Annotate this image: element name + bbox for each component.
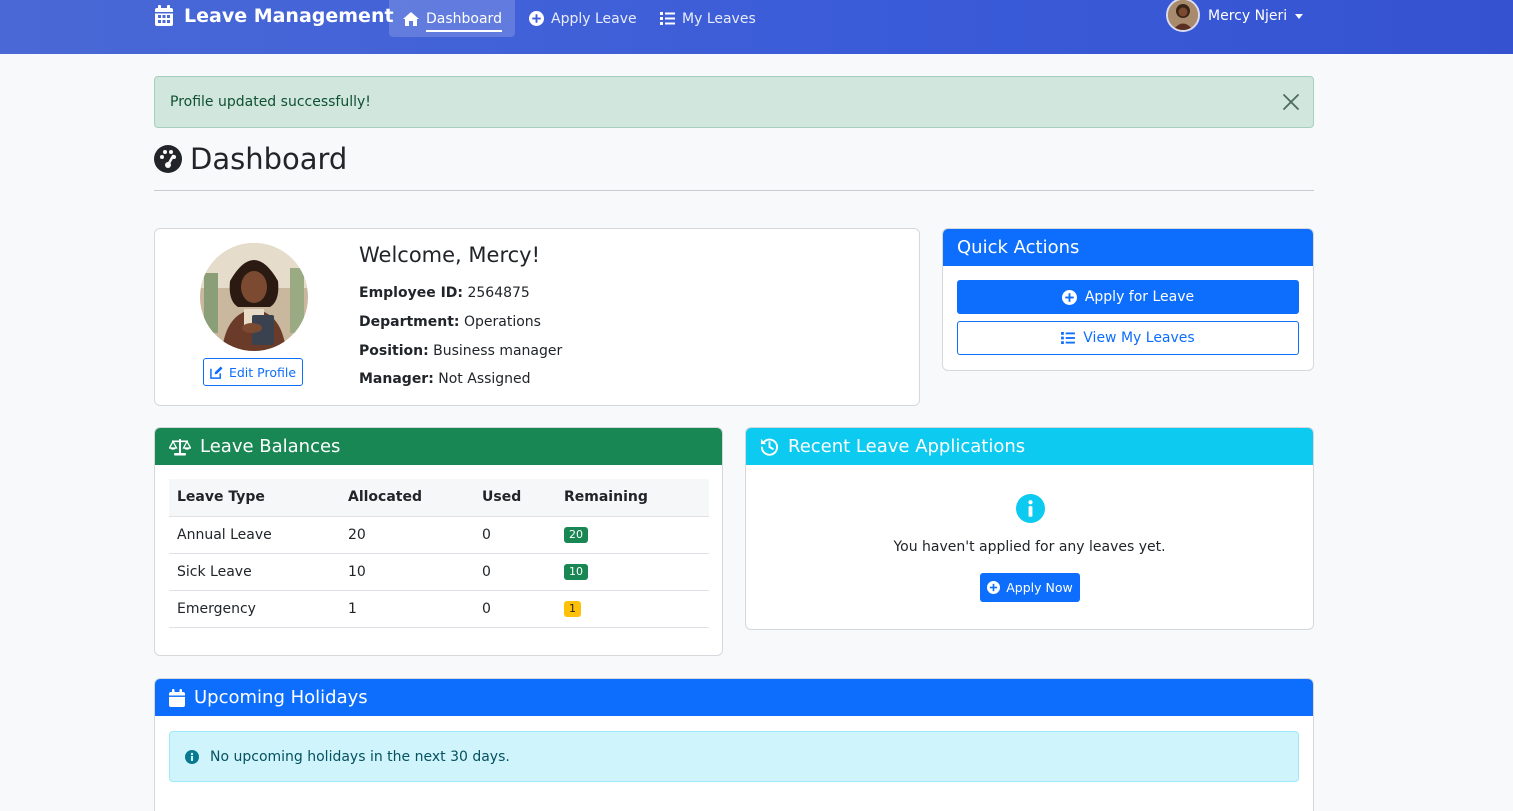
plus-circle-icon xyxy=(987,581,1001,594)
edit-profile-label: Edit Profile xyxy=(228,364,297,380)
plus-circle-icon xyxy=(1061,289,1077,305)
empty-state-message: You haven't applied for any leaves yet. xyxy=(893,539,1166,555)
profile-photo xyxy=(200,243,308,351)
table-row: Emergency 1 0 1 xyxy=(169,590,709,628)
remaining-badge: 1 xyxy=(564,601,581,617)
allocated-cell: 1 xyxy=(340,590,474,628)
view-my-leaves-label: View My Leaves xyxy=(1083,330,1195,346)
apply-for-leave-label: Apply for Leave xyxy=(1084,289,1195,305)
user-menu-dropdown[interactable]: Mercy Njeri xyxy=(1166,0,1304,32)
chevron-down-icon xyxy=(1295,13,1304,19)
leave-type-cell: Sick Leave xyxy=(169,553,340,591)
leave-balances-header: Leave Balances xyxy=(155,428,722,465)
column-header: Used xyxy=(474,479,556,517)
quick-actions-header: Quick Actions xyxy=(943,229,1313,266)
history-icon xyxy=(760,438,778,456)
leave-balances-title: Leave Balances xyxy=(200,436,341,457)
info-circle-icon xyxy=(185,749,199,764)
department-line: Department: Operations xyxy=(359,314,541,330)
nav-dashboard[interactable]: Dashboard xyxy=(389,0,515,37)
employee-id-value: 2564875 xyxy=(467,285,530,301)
edit-icon xyxy=(210,365,223,379)
recent-leaves-card: Recent Leave Applications You haven't ap… xyxy=(745,427,1314,630)
used-cell: 0 xyxy=(474,553,556,591)
manager-label: Manager: xyxy=(359,371,434,387)
employee-id-label: Employee ID: xyxy=(359,285,464,301)
nav-apply-leave-label: Apply Leave xyxy=(551,10,637,27)
recent-leaves-title: Recent Leave Applications xyxy=(788,436,1026,457)
user-name: Mercy Njeri xyxy=(1208,8,1288,24)
table-row: Sick Leave 10 0 10 xyxy=(169,553,709,591)
calendar-icon xyxy=(169,688,185,707)
no-holidays-alert: No upcoming holidays in the next 30 days… xyxy=(169,731,1299,782)
column-header: Remaining xyxy=(556,479,709,517)
column-header: Allocated xyxy=(340,479,474,517)
position-value: Business manager xyxy=(433,343,563,359)
nav-my-leaves[interactable]: My Leaves xyxy=(660,0,756,37)
home-icon xyxy=(403,11,419,26)
leave-balances-card: Leave Balances Leave Type Allocated Used… xyxy=(154,427,723,656)
table-header-row: Leave Type Allocated Used Remaining xyxy=(169,479,709,517)
success-alert: Profile updated successfully! xyxy=(154,76,1314,128)
info-circle-icon xyxy=(1016,494,1045,523)
speedometer-icon xyxy=(154,145,182,173)
balance-scale-icon xyxy=(169,438,191,455)
nav-my-leaves-label: My Leaves xyxy=(682,10,756,27)
alert-message: Profile updated successfully! xyxy=(170,94,371,110)
remaining-badge: 10 xyxy=(564,564,588,580)
apply-now-button[interactable]: Apply Now xyxy=(980,573,1080,602)
plus-circle-icon xyxy=(529,11,544,26)
manager-line: Manager: Not Assigned xyxy=(359,371,531,387)
welcome-heading: Welcome, Mercy! xyxy=(359,243,541,267)
apply-now-label: Apply Now xyxy=(1006,580,1073,595)
upcoming-holidays-title: Upcoming Holidays xyxy=(194,687,368,708)
calendar-icon xyxy=(155,5,173,26)
remaining-cell: 20 xyxy=(556,516,709,554)
column-header: Leave Type xyxy=(169,479,340,517)
edit-profile-button[interactable]: Edit Profile xyxy=(203,358,303,386)
employee-id-line: Employee ID: 2564875 xyxy=(359,285,530,301)
avatar xyxy=(1166,0,1200,32)
allocated-cell: 10 xyxy=(340,553,474,591)
title-divider xyxy=(154,190,1314,191)
brand[interactable]: Leave Management xyxy=(154,4,394,28)
view-my-leaves-button[interactable]: View My Leaves xyxy=(957,321,1299,355)
recent-leaves-header: Recent Leave Applications xyxy=(746,428,1313,465)
page-title: Dashboard xyxy=(154,142,347,176)
nav-apply-leave[interactable]: Apply Leave xyxy=(529,0,637,37)
table-row: Annual Leave 20 0 20 xyxy=(169,516,709,554)
apply-for-leave-button[interactable]: Apply for Leave xyxy=(957,280,1299,314)
list-icon xyxy=(660,12,675,25)
used-cell: 0 xyxy=(474,516,556,554)
department-label: Department: xyxy=(359,314,460,330)
remaining-cell: 1 xyxy=(556,590,709,628)
brand-title: Leave Management xyxy=(184,5,394,27)
leave-balances-table: Leave Type Allocated Used Remaining Annu… xyxy=(169,479,709,628)
quick-actions-card: Quick Actions Apply for Leave View My Le… xyxy=(942,228,1314,371)
leave-type-cell: Emergency xyxy=(169,590,340,628)
position-label: Position: xyxy=(359,343,429,359)
no-holidays-message: No upcoming holidays in the next 30 days… xyxy=(210,748,510,765)
page-title-text: Dashboard xyxy=(190,142,348,176)
top-navbar: Leave Management Dashboard Apply Leave M… xyxy=(0,0,1513,54)
upcoming-holidays-header: Upcoming Holidays xyxy=(155,679,1313,716)
remaining-badge: 20 xyxy=(564,527,588,543)
manager-value: Not Assigned xyxy=(438,371,531,387)
profile-card: Edit Profile Welcome, Mercy! Employee ID… xyxy=(154,228,920,406)
remaining-cell: 10 xyxy=(556,553,709,591)
department-value: Operations xyxy=(463,314,541,330)
position-line: Position: Business manager xyxy=(359,343,562,359)
nav-dashboard-label: Dashboard xyxy=(426,11,502,32)
allocated-cell: 20 xyxy=(340,516,474,554)
quick-actions-title: Quick Actions xyxy=(957,237,1080,258)
used-cell: 0 xyxy=(474,590,556,628)
list-icon xyxy=(1061,332,1076,344)
leave-type-cell: Annual Leave xyxy=(169,516,340,554)
upcoming-holidays-card: Upcoming Holidays No upcoming holidays i… xyxy=(154,678,1314,811)
close-icon[interactable] xyxy=(1281,92,1301,112)
